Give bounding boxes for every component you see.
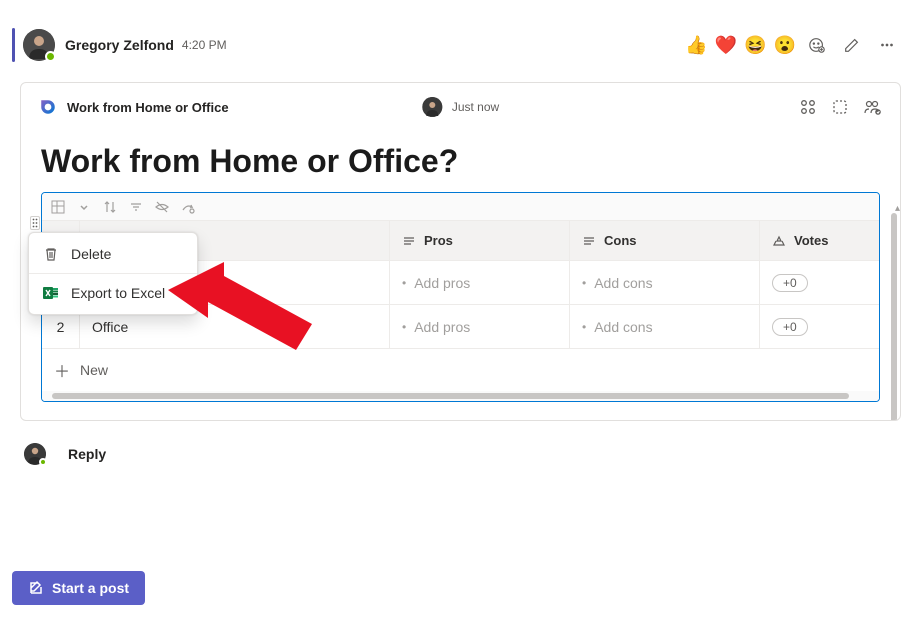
cons-header-label: Cons [604, 233, 637, 248]
copy-component-icon[interactable] [830, 97, 850, 117]
presence-indicator [45, 51, 56, 62]
export-label: Export to Excel [71, 285, 165, 301]
drag-handle-icon[interactable] [30, 216, 40, 230]
card-timestamp: Just now [452, 100, 499, 114]
author-avatar[interactable] [23, 29, 55, 61]
votes-cell: +0 [760, 305, 879, 348]
pros-cell[interactable]: •Add pros [390, 305, 570, 348]
editor-avatar[interactable] [422, 97, 442, 117]
start-post-label: Start a post [52, 580, 129, 596]
start-post-button[interactable]: Start a post [12, 571, 145, 605]
votes-column-icon [772, 234, 786, 248]
col-cons-header[interactable]: Cons [570, 221, 760, 260]
excel-icon [43, 285, 59, 301]
plus-icon: ＋ [54, 358, 70, 382]
card-header: Work from Home or Office Just now [21, 83, 900, 131]
reply-label: Reply [68, 446, 106, 462]
vertical-scrollbar[interactable] [891, 213, 897, 421]
compose-icon [28, 580, 44, 596]
menu-item-delete[interactable]: Delete [29, 237, 197, 271]
reaction-laugh[interactable]: 😆 [744, 35, 766, 56]
new-row-button[interactable]: ＋ New [42, 349, 879, 391]
hide-icon[interactable] [154, 199, 170, 215]
horizontal-scrollbar[interactable] [42, 391, 879, 401]
col-pros-header[interactable]: Pros [390, 221, 570, 260]
text-column-icon [582, 234, 596, 248]
rules-icon[interactable] [180, 199, 196, 215]
apps-icon[interactable] [798, 97, 818, 117]
filter-icon[interactable] [128, 199, 144, 215]
cons-cell[interactable]: •Add cons [570, 305, 760, 348]
trash-icon [43, 246, 59, 262]
loop-icon [39, 98, 57, 116]
cons-cell[interactable]: •Add cons [570, 261, 760, 304]
header-actions: 👍 ❤️ 😆 😮 [685, 31, 901, 59]
header-accent-bar [12, 28, 15, 62]
text-column-icon [402, 234, 416, 248]
message-timestamp: 4:20 PM [182, 38, 227, 52]
chevron-down-icon[interactable] [76, 199, 92, 215]
edit-icon[interactable] [838, 31, 866, 59]
votes-cell: +0 [760, 261, 879, 304]
table-view-icon[interactable] [50, 199, 66, 215]
vote-button[interactable]: +0 [772, 318, 808, 336]
sort-icon[interactable] [102, 199, 118, 215]
pros-header-label: Pros [424, 233, 453, 248]
scroll-up-arrow[interactable]: ▴ [895, 203, 900, 214]
share-icon[interactable] [862, 97, 882, 117]
pros-cell[interactable]: •Add pros [390, 261, 570, 304]
reaction-surprised[interactable]: 😮 [774, 35, 796, 56]
card-title[interactable]: Work from Home or Office? [41, 143, 880, 180]
message-header: Gregory Zelfond 4:20 PM 👍 ❤️ 😆 😮 [0, 0, 921, 74]
votes-header-label: Votes [794, 233, 828, 248]
reply-avatar [24, 443, 46, 465]
menu-divider [29, 273, 197, 274]
context-menu: Delete Export to Excel [28, 232, 198, 315]
reaction-heart[interactable]: ❤️ [715, 35, 737, 56]
reaction-thumbs-up[interactable]: 👍 [685, 35, 707, 56]
reply-row[interactable]: Reply [0, 429, 921, 471]
col-votes-header[interactable]: Votes [760, 221, 879, 260]
new-row-label: New [80, 362, 108, 378]
author-name[interactable]: Gregory Zelfond [65, 37, 174, 53]
vote-button[interactable]: +0 [772, 274, 808, 292]
card-header-title[interactable]: Work from Home or Office [67, 100, 229, 115]
delete-label: Delete [71, 246, 111, 262]
more-options-icon[interactable] [873, 31, 901, 59]
table-toolbar [42, 193, 879, 221]
menu-item-export-excel[interactable]: Export to Excel [29, 276, 197, 310]
add-reaction-icon[interactable] [803, 31, 831, 59]
presence-indicator [39, 458, 47, 466]
